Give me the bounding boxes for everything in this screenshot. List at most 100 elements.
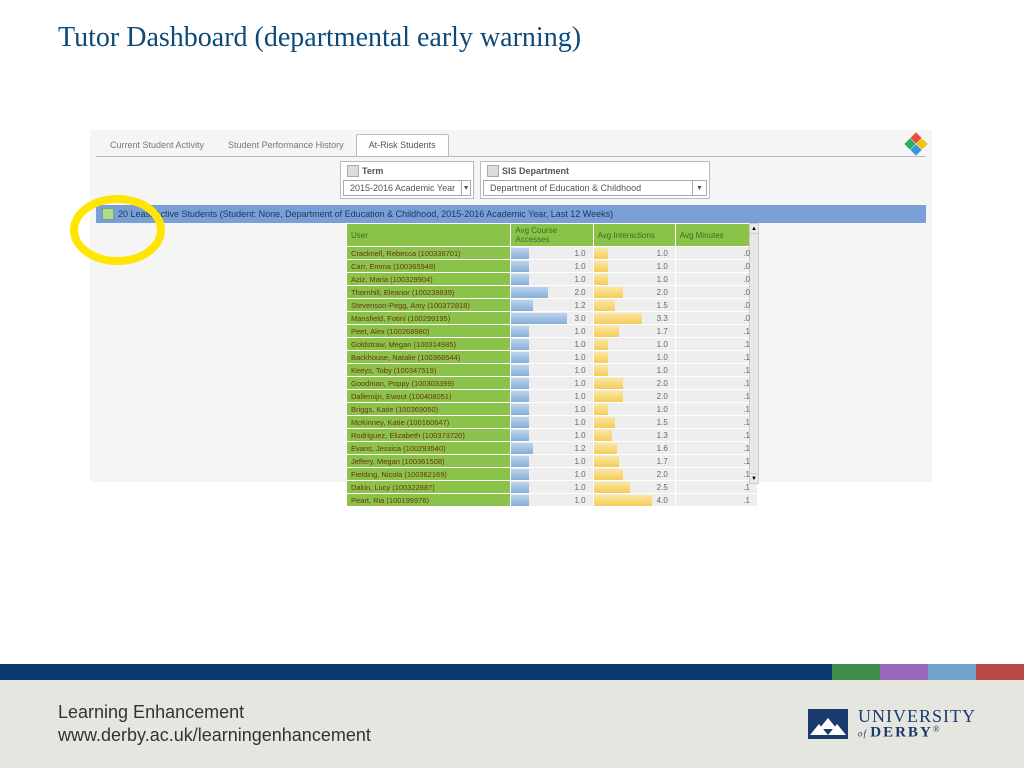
avg-minutes-cell: .1 — [675, 351, 757, 364]
table-row[interactable]: Dakin, Lucy (100322887)1.02.5.1 — [347, 481, 758, 494]
table-row[interactable]: Carr, Emma (100365948)1.01.0.0 — [347, 260, 758, 273]
col-avg-interactions[interactable]: Avg Interactions — [593, 224, 675, 247]
avg-accesses-cell: 1.0 — [511, 403, 593, 416]
table-row[interactable]: Mansfield, Fotini (100299195)3.03.3.0 — [347, 312, 758, 325]
table-row[interactable]: Cracknell, Rebecca (100336701)1.01.0.0 — [347, 247, 758, 260]
dashboard-panel: Current Student Activity Student Perform… — [90, 130, 932, 482]
app-icon — [906, 134, 926, 154]
avg-accesses-cell: 1.0 — [511, 481, 593, 494]
table-header-row: User Avg Course Accesses Avg Interaction… — [347, 224, 758, 247]
col-user[interactable]: User — [347, 224, 511, 247]
user-cell: Jeffery, Megan (100361508) — [347, 455, 511, 468]
user-cell: Keeys, Toby (100347519) — [347, 364, 511, 377]
avg-minutes-cell: .0 — [675, 286, 757, 299]
avg-accesses-cell: 1.0 — [511, 364, 593, 377]
avg-minutes-cell: .0 — [675, 299, 757, 312]
tab-at-risk[interactable]: At-Risk Students — [356, 134, 449, 156]
least-active-table: User Avg Course Accesses Avg Interaction… — [346, 223, 758, 507]
table-row[interactable]: Dallemijn, Ewout (100408051)1.02.0.1 — [347, 390, 758, 403]
avg-interactions-cell: 2.0 — [593, 468, 675, 481]
table-row[interactable]: Backhouse, Natalie (100368544)1.01.0.1 — [347, 351, 758, 364]
avg-accesses-cell: 3.0 — [511, 312, 593, 325]
user-cell: Goldstraw, Megan (100314985) — [347, 338, 511, 351]
chevron-down-icon: ▼ — [692, 181, 706, 195]
col-avg-minutes[interactable]: Avg Minutes — [675, 224, 757, 247]
dept-select[interactable]: Department of Education & Childhood ▼ — [483, 180, 707, 196]
logo-peaks-icon — [808, 709, 848, 739]
user-cell: Aziz, Maria (100329904) — [347, 273, 511, 286]
tab-current-activity[interactable]: Current Student Activity — [98, 135, 216, 156]
table-row[interactable]: Briggs, Katie (100369050)1.01.0.1 — [347, 403, 758, 416]
avg-accesses-cell: 1.2 — [511, 299, 593, 312]
user-cell: McKinney, Katie (100160647) — [347, 416, 511, 429]
avg-interactions-cell: 1.0 — [593, 403, 675, 416]
table-row[interactable]: McKinney, Katie (100160647)1.01.5.1 — [347, 416, 758, 429]
scroll-up-icon[interactable]: ▲ — [750, 224, 758, 234]
avg-interactions-cell: 2.0 — [593, 377, 675, 390]
user-cell: Rodriguez, Elizabeth (100373720) — [347, 429, 511, 442]
user-cell: Backhouse, Natalie (100368544) — [347, 351, 511, 364]
avg-accesses-cell: 1.0 — [511, 429, 593, 442]
avg-interactions-cell: 1.0 — [593, 351, 675, 364]
avg-accesses-cell: 1.0 — [511, 351, 593, 364]
avg-interactions-cell: 1.3 — [593, 429, 675, 442]
avg-accesses-cell: 1.0 — [511, 377, 593, 390]
avg-minutes-cell: .0 — [675, 312, 757, 325]
report-icon — [102, 208, 114, 220]
table-row[interactable]: Evans, Jessica (100293540)1.21.6.1 — [347, 442, 758, 455]
avg-minutes-cell: .1 — [675, 403, 757, 416]
term-value: 2015-2016 Academic Year — [344, 183, 461, 193]
user-cell: Peart, Ria (100199976) — [347, 494, 511, 507]
avg-minutes-cell: .1 — [675, 481, 757, 494]
report-banner: 20 Least Active Students (Student: None,… — [96, 205, 926, 223]
table-row[interactable]: Peart, Ria (100199976)1.04.0.1 — [347, 494, 758, 507]
table-row[interactable]: Stevenson-Pegg, Amy (100372818)1.21.5.0 — [347, 299, 758, 312]
table-row[interactable]: Thornhill, Eleanor (100239839)2.02.0.0 — [347, 286, 758, 299]
user-cell: Dakin, Lucy (100322887) — [347, 481, 511, 494]
table-row[interactable]: Goldstraw, Megan (100314985)1.01.0.1 — [347, 338, 758, 351]
table-row[interactable]: Keeys, Toby (100347519)1.01.0.1 — [347, 364, 758, 377]
table-row[interactable]: Aziz, Maria (100329904)1.01.0.0 — [347, 273, 758, 286]
user-cell: Stevenson-Pegg, Amy (100372818) — [347, 299, 511, 312]
user-cell: Briggs, Katie (100369050) — [347, 403, 511, 416]
avg-interactions-cell: 1.7 — [593, 325, 675, 338]
derby-logo: UNIVERSITY of DERBY® — [808, 707, 976, 740]
avg-accesses-cell: 1.0 — [511, 273, 593, 286]
footer-line2: www.derby.ac.uk/learningenhancement — [58, 724, 371, 747]
user-cell: Fielding, Nicola (100362169) — [347, 468, 511, 481]
table-row[interactable]: Rodriguez, Elizabeth (100373720)1.01.3.1 — [347, 429, 758, 442]
user-cell: Cracknell, Rebecca (100336701) — [347, 247, 511, 260]
avg-accesses-cell: 1.0 — [511, 247, 593, 260]
term-select[interactable]: 2015-2016 Academic Year ▼ — [343, 180, 471, 196]
table-row[interactable]: Fielding, Nicola (100362169)1.02.0.1 — [347, 468, 758, 481]
avg-accesses-cell: 1.2 — [511, 442, 593, 455]
avg-interactions-cell: 2.0 — [593, 390, 675, 403]
footer-line1: Learning Enhancement — [58, 701, 371, 724]
avg-accesses-cell: 1.0 — [511, 416, 593, 429]
user-cell: Peet, Alex (100268980) — [347, 325, 511, 338]
table-row[interactable]: Jeffery, Megan (100361508)1.01.7.1 — [347, 455, 758, 468]
avg-accesses-cell: 1.0 — [511, 260, 593, 273]
avg-minutes-cell: .1 — [675, 364, 757, 377]
table-row[interactable]: Goodman, Poppy (100303399)1.02.0.1 — [347, 377, 758, 390]
avg-minutes-cell: .0 — [675, 260, 757, 273]
avg-minutes-cell: .0 — [675, 247, 757, 260]
avg-interactions-cell: 1.5 — [593, 299, 675, 312]
banner-text: 20 Least Active Students (Student: None,… — [118, 209, 613, 219]
dept-value: Department of Education & Childhood — [484, 183, 692, 193]
dept-label: SIS Department — [483, 164, 707, 178]
avg-interactions-cell: 1.5 — [593, 416, 675, 429]
avg-minutes-cell: .1 — [675, 494, 757, 507]
chevron-down-icon: ▼ — [461, 181, 470, 195]
avg-interactions-cell: 2.5 — [593, 481, 675, 494]
avg-accesses-cell: 1.0 — [511, 390, 593, 403]
avg-minutes-cell: .1 — [675, 377, 757, 390]
avg-minutes-cell: .1 — [675, 416, 757, 429]
table-wrap: User Avg Course Accesses Avg Interaction… — [96, 223, 926, 507]
tab-performance-history[interactable]: Student Performance History — [216, 135, 356, 156]
avg-interactions-cell: 1.0 — [593, 260, 675, 273]
user-cell: Mansfield, Fotini (100299195) — [347, 312, 511, 325]
table-row[interactable]: Peet, Alex (100268980)1.01.7.1 — [347, 325, 758, 338]
col-avg-accesses[interactable]: Avg Course Accesses — [511, 224, 593, 247]
avg-minutes-cell: .1 — [675, 442, 757, 455]
